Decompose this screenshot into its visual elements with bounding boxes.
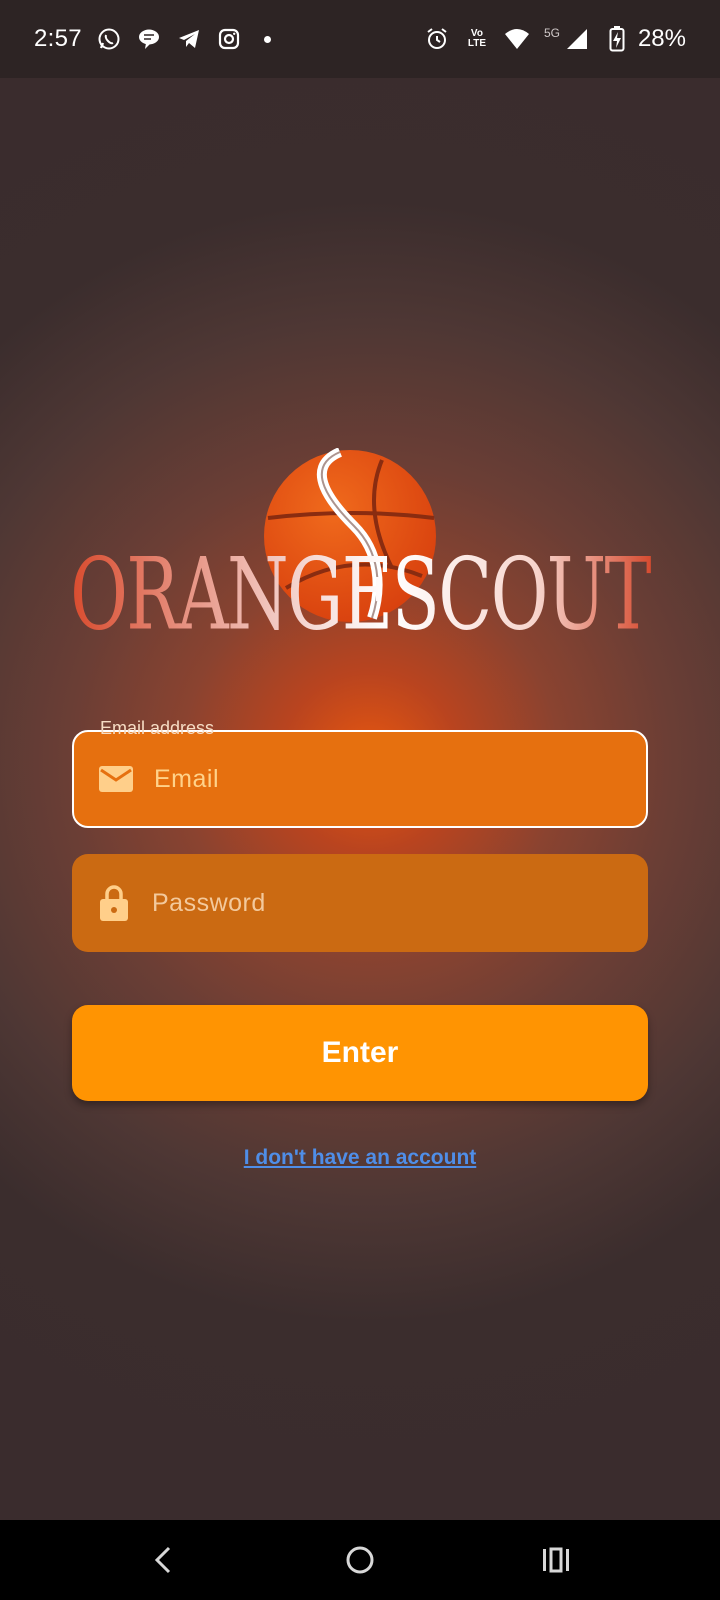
mail-icon [96, 759, 136, 799]
chat-bubble-icon [136, 26, 162, 52]
home-icon[interactable] [340, 1540, 380, 1580]
login-screen: ORANGESCOUT Email address Email Password… [0, 78, 720, 1520]
volte-bottom: LTE [467, 38, 487, 49]
telegram-icon [176, 26, 202, 52]
wifi-icon [504, 26, 530, 52]
enter-button[interactable]: Enter [72, 1005, 648, 1101]
network-type: 5G [543, 26, 560, 40]
battery-level: 28% [637, 25, 686, 52]
app-logo: ORANGESCOUT [0, 446, 720, 647]
password-input[interactable]: Password [152, 889, 648, 918]
navigation-bar [0, 1520, 720, 1600]
battery-charging-icon [604, 26, 630, 52]
alarm-icon [424, 26, 450, 52]
instagram-icon [216, 26, 242, 52]
signal-icon [564, 26, 590, 52]
email-field[interactable]: Email address Email [72, 718, 648, 828]
status-left: 2:57 [34, 25, 271, 53]
email-input[interactable]: Email [154, 765, 646, 794]
password-field[interactable]: Password [72, 854, 648, 952]
recents-icon[interactable] [536, 1540, 576, 1580]
back-icon[interactable] [143, 1540, 183, 1580]
email-label: Email address [94, 718, 221, 739]
status-right: Vo LTE 5G 28% [424, 25, 686, 53]
signup-link-text[interactable]: I don't have an account [244, 1146, 477, 1169]
volte-icon: Vo LTE [464, 26, 490, 52]
lock-icon [94, 883, 134, 923]
logo-text: ORANGESCOUT [65, 543, 655, 647]
whatsapp-icon [96, 26, 122, 52]
status-bar: 2:57 Vo LTE 5G 28% [0, 0, 720, 78]
dot-icon [263, 35, 271, 43]
signup-link[interactable]: I don't have an account [0, 1146, 720, 1170]
status-time: 2:57 [34, 25, 82, 52]
